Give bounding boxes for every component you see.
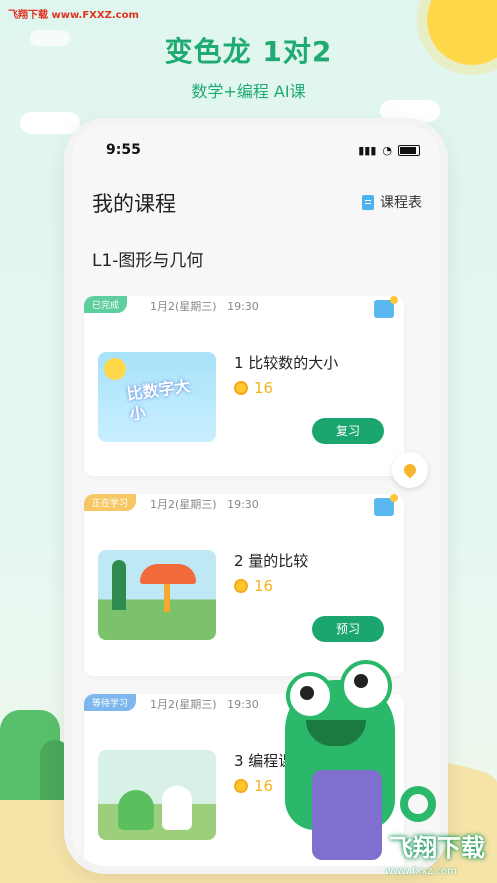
card-time: 19:30 — [227, 300, 259, 313]
coin-icon — [234, 579, 248, 593]
card-time: 19:30 — [227, 698, 259, 711]
mascot-tail — [400, 786, 436, 822]
lesson-thumbnail — [98, 750, 216, 840]
cloud-decoration — [20, 112, 80, 134]
mascot-eye — [286, 672, 334, 720]
review-button[interactable]: 复习 — [312, 418, 384, 444]
carousel-decoration — [140, 564, 196, 584]
mascot-overalls — [312, 770, 382, 860]
card-datetime: 1月2(星期三) 19:30 — [150, 298, 259, 314]
location-pin-icon — [401, 461, 419, 479]
character-decoration — [118, 790, 154, 830]
card-datetime: 1月2(星期三) 19:30 — [150, 696, 259, 712]
sun-decoration — [104, 358, 126, 380]
coin-reward: 16 — [234, 777, 273, 795]
course-card[interactable]: 已完成 1月2(星期三) 19:30 比数字大小 1 比较数的大小 16 复习 — [84, 296, 404, 476]
watermark: 飞翔下载 www.FXXZ.com — [8, 10, 139, 21]
course-card[interactable]: 正在学习 1月2(星期三) 19:30 2 量的比较 16 预习 — [84, 494, 404, 676]
app-subtitle: 数学+编程 AI课 — [191, 82, 306, 101]
level-title: L1-图形与几何 — [92, 251, 204, 271]
carousel-pole — [164, 584, 170, 612]
coin-icon — [234, 381, 248, 395]
coin-reward: 16 — [234, 379, 273, 397]
status-badge: 正在学习 — [84, 494, 137, 511]
footer-url: www.fxxz.com — [385, 866, 457, 877]
coin-count: 16 — [254, 777, 274, 795]
coin-reward: 16 — [234, 577, 273, 595]
coin-count: 16 — [254, 577, 274, 595]
page-title: 我的课程 — [92, 192, 176, 216]
character-decoration — [162, 786, 192, 830]
card-date: 1月2(星期三) — [150, 698, 217, 711]
card-datetime: 1月2(星期三) 19:30 — [150, 496, 259, 512]
schedule-icon — [362, 194, 374, 210]
card-date: 1月2(星期三) — [150, 300, 217, 313]
signal-icon: ▮▮▮ — [358, 144, 377, 157]
lesson-thumbnail: 比数字大小 — [98, 352, 216, 442]
app-title: 变色龙 1对2 — [164, 35, 333, 68]
wifi-icon: ◔ — [382, 144, 392, 157]
footer-logo: 飞翔下载 — [389, 834, 485, 862]
preview-button[interactable]: 预习 — [312, 616, 384, 642]
card-date: 1月2(星期三) — [150, 498, 217, 511]
mascot-pupil — [300, 686, 314, 700]
lesson-thumbnail — [98, 550, 216, 640]
status-time: 9:55 — [106, 142, 141, 158]
status-badge: 等待学习 — [84, 694, 137, 711]
mascot-pupil — [354, 674, 368, 688]
coin-count: 16 — [254, 379, 274, 397]
lesson-title: 1 比较数的大小 — [234, 354, 339, 372]
status-icons: ▮▮▮ ◔ — [358, 144, 420, 157]
coin-icon — [234, 779, 248, 793]
notebook-icon — [374, 296, 398, 318]
mascot-eye — [340, 660, 392, 712]
battery-icon — [398, 145, 420, 156]
thumb-text: 比数字大小 — [125, 376, 192, 424]
location-button[interactable] — [392, 452, 428, 488]
notebook-icon — [374, 494, 398, 516]
schedule-button[interactable]: 课程表 — [362, 192, 422, 212]
schedule-label: 课程表 — [380, 195, 422, 211]
tree-decoration — [112, 560, 126, 610]
status-badge: 已完成 — [84, 296, 128, 313]
lesson-title: 2 量的比较 — [234, 552, 309, 570]
card-time: 19:30 — [227, 498, 259, 511]
